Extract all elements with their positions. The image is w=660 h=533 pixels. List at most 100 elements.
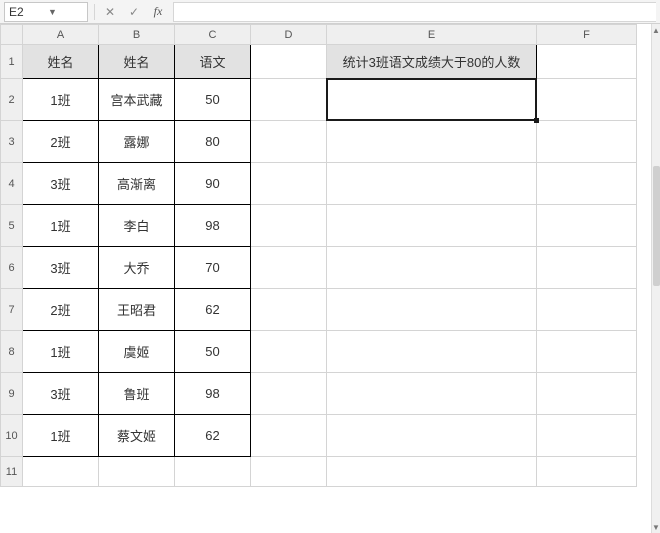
row-header-5[interactable]: 5 bbox=[1, 205, 23, 247]
vertical-scrollbar[interactable]: ▲ ▼ bbox=[651, 24, 660, 533]
cell-F11[interactable] bbox=[537, 457, 637, 487]
cell-F10[interactable] bbox=[537, 415, 637, 457]
cell-E9[interactable] bbox=[327, 373, 537, 415]
cell-C6[interactable]: 70 bbox=[175, 247, 251, 289]
cell-F4[interactable] bbox=[537, 163, 637, 205]
cell-E1[interactable]: 统计3班语文成绩大于80的人数 bbox=[327, 45, 537, 79]
cell-E8[interactable] bbox=[327, 331, 537, 373]
scroll-thumb[interactable] bbox=[653, 166, 660, 286]
cell-C1[interactable]: 语文 bbox=[175, 45, 251, 79]
cell-D3[interactable] bbox=[251, 121, 327, 163]
cell-E2-selected[interactable] bbox=[327, 79, 537, 121]
enter-icon[interactable]: ✓ bbox=[125, 3, 143, 21]
cell-A7[interactable]: 2班 bbox=[23, 289, 99, 331]
cell-B10[interactable]: 蔡文姬 bbox=[99, 415, 175, 457]
cell-F9[interactable] bbox=[537, 373, 637, 415]
cell-F2[interactable] bbox=[537, 79, 637, 121]
cell-C5[interactable]: 98 bbox=[175, 205, 251, 247]
col-header-A[interactable]: A bbox=[23, 25, 99, 45]
cell-A4[interactable]: 3班 bbox=[23, 163, 99, 205]
row-header-6[interactable]: 6 bbox=[1, 247, 23, 289]
cell-D8[interactable] bbox=[251, 331, 327, 373]
cell-A8[interactable]: 1班 bbox=[23, 331, 99, 373]
cell-A2[interactable]: 1班 bbox=[23, 79, 99, 121]
cell-E3[interactable] bbox=[327, 121, 537, 163]
cell-C4[interactable]: 90 bbox=[175, 163, 251, 205]
cell-D5[interactable] bbox=[251, 205, 327, 247]
cell-B2[interactable]: 宫本武藏 bbox=[99, 79, 175, 121]
select-all-corner[interactable] bbox=[1, 25, 23, 45]
cell-A10[interactable]: 1班 bbox=[23, 415, 99, 457]
row-header-4[interactable]: 4 bbox=[1, 163, 23, 205]
cell-C10[interactable]: 62 bbox=[175, 415, 251, 457]
cell-D2[interactable] bbox=[251, 79, 327, 121]
cell-D6[interactable] bbox=[251, 247, 327, 289]
cell-A5[interactable]: 1班 bbox=[23, 205, 99, 247]
scroll-track[interactable] bbox=[652, 36, 660, 521]
formula-input[interactable] bbox=[173, 2, 656, 22]
cell-A11[interactable] bbox=[23, 457, 99, 487]
row-header-9[interactable]: 9 bbox=[1, 373, 23, 415]
cell-D1[interactable] bbox=[251, 45, 327, 79]
spreadsheet-grid: A B C D E F 1 姓名 姓名 语文 统计3班语文成绩大于80的人数 2… bbox=[0, 24, 637, 487]
col-header-E[interactable]: E bbox=[327, 25, 537, 45]
cell-E5[interactable] bbox=[327, 205, 537, 247]
cell-D10[interactable] bbox=[251, 415, 327, 457]
cell-F8[interactable] bbox=[537, 331, 637, 373]
cell-F6[interactable] bbox=[537, 247, 637, 289]
cell-B9[interactable]: 鲁班 bbox=[99, 373, 175, 415]
cell-D7[interactable] bbox=[251, 289, 327, 331]
row-header-11[interactable]: 11 bbox=[1, 457, 23, 487]
cell-B6[interactable]: 大乔 bbox=[99, 247, 175, 289]
cell-C8[interactable]: 50 bbox=[175, 331, 251, 373]
row-header-3[interactable]: 3 bbox=[1, 121, 23, 163]
cancel-icon[interactable]: ✕ bbox=[101, 3, 119, 21]
fx-icon[interactable]: fx bbox=[149, 3, 167, 21]
cell-A6[interactable]: 3班 bbox=[23, 247, 99, 289]
col-header-D[interactable]: D bbox=[251, 25, 327, 45]
cell-C3[interactable]: 80 bbox=[175, 121, 251, 163]
cell-E10[interactable] bbox=[327, 415, 537, 457]
row-header-2[interactable]: 2 bbox=[1, 79, 23, 121]
cell-D9[interactable] bbox=[251, 373, 327, 415]
cell-F7[interactable] bbox=[537, 289, 637, 331]
row-header-1[interactable]: 1 bbox=[1, 45, 23, 79]
row-header-8[interactable]: 8 bbox=[1, 331, 23, 373]
cell-F5[interactable] bbox=[537, 205, 637, 247]
cell-B3[interactable]: 露娜 bbox=[99, 121, 175, 163]
worksheet-area[interactable]: A B C D E F 1 姓名 姓名 语文 统计3班语文成绩大于80的人数 2… bbox=[0, 24, 660, 533]
cell-E7[interactable] bbox=[327, 289, 537, 331]
separator bbox=[94, 4, 95, 20]
col-header-C[interactable]: C bbox=[175, 25, 251, 45]
name-box[interactable]: E2 ▼ bbox=[4, 2, 88, 22]
cell-B4[interactable]: 高渐离 bbox=[99, 163, 175, 205]
row-header-10[interactable]: 10 bbox=[1, 415, 23, 457]
cell-B5[interactable]: 李白 bbox=[99, 205, 175, 247]
scroll-up-icon[interactable]: ▲ bbox=[652, 24, 660, 36]
cell-D4[interactable] bbox=[251, 163, 327, 205]
cell-C9[interactable]: 98 bbox=[175, 373, 251, 415]
cell-F1[interactable] bbox=[537, 45, 637, 79]
row-header-7[interactable]: 7 bbox=[1, 289, 23, 331]
cell-D11[interactable] bbox=[251, 457, 327, 487]
cell-A1[interactable]: 姓名 bbox=[23, 45, 99, 79]
cell-C7[interactable]: 62 bbox=[175, 289, 251, 331]
cell-E11[interactable] bbox=[327, 457, 537, 487]
cell-F3[interactable] bbox=[537, 121, 637, 163]
cell-A3[interactable]: 2班 bbox=[23, 121, 99, 163]
cell-E6[interactable] bbox=[327, 247, 537, 289]
col-header-B[interactable]: B bbox=[99, 25, 175, 45]
cell-B8[interactable]: 虞姬 bbox=[99, 331, 175, 373]
name-box-value: E2 bbox=[9, 5, 44, 19]
formula-bar: E2 ▼ ✕ ✓ fx bbox=[0, 0, 660, 24]
chevron-down-icon[interactable]: ▼ bbox=[48, 7, 83, 17]
cell-B7[interactable]: 王昭君 bbox=[99, 289, 175, 331]
cell-C11[interactable] bbox=[175, 457, 251, 487]
scroll-down-icon[interactable]: ▼ bbox=[652, 521, 660, 533]
cell-B1[interactable]: 姓名 bbox=[99, 45, 175, 79]
col-header-F[interactable]: F bbox=[537, 25, 637, 45]
cell-C2[interactable]: 50 bbox=[175, 79, 251, 121]
cell-B11[interactable] bbox=[99, 457, 175, 487]
cell-A9[interactable]: 3班 bbox=[23, 373, 99, 415]
cell-E4[interactable] bbox=[327, 163, 537, 205]
